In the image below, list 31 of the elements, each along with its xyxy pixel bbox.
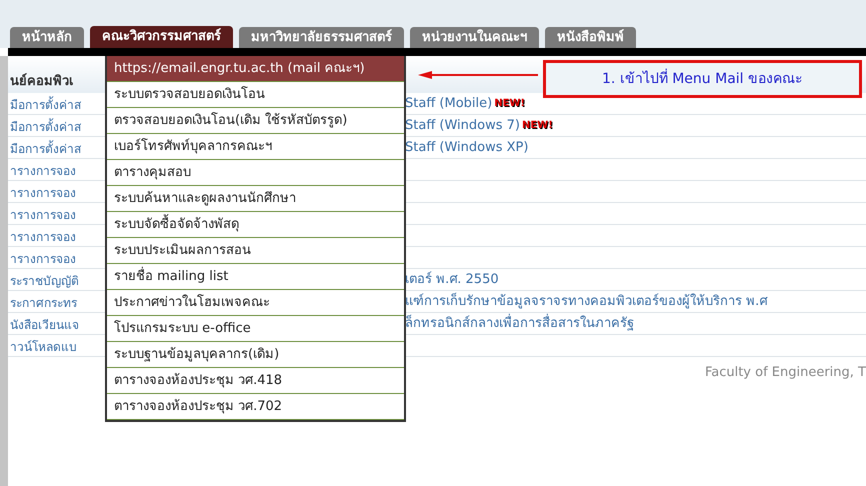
link-text[interactable]: มือการตั้งค่าส [10, 120, 81, 134]
link-text[interactable]: ารางการจอง [10, 252, 76, 266]
link-text[interactable]: มือการตั้งค่าส [10, 142, 81, 156]
link-text[interactable]: แฑ์การเก็บรักษาข้อมูลจราจรทางคอมพิวเตอร์ของผู้ให้บริการ พ.ศ [405, 292, 768, 312]
link-text[interactable]: ารางการจอง [10, 208, 76, 222]
menu-item[interactable]: https://email.engr.tu.ac.th (mail คณะฯ) [107, 56, 404, 82]
annotation-text: 1. เข้าไปที่ Menu Mail ของคณะ [602, 68, 804, 88]
nav-tab[interactable]: หน่วยงานในคณะฯ [410, 27, 539, 48]
new-label: NEW! [522, 119, 553, 133]
menu-item[interactable]: ระบบจัดซื้อจัดจ้างพัสดุ [107, 212, 404, 238]
link-text[interactable]: ารางการจอง [10, 186, 76, 200]
nav-tab[interactable]: คณะวิศวกรรมศาสตร์ [90, 26, 233, 48]
footer-text: Faculty of Engineering, T [704, 364, 866, 382]
link-text[interactable]: Staff (Mobile) [405, 94, 492, 114]
link-text[interactable]: นังสือเวียนแจ [10, 318, 79, 332]
menu-item[interactable]: รายชื่อ mailing list [107, 264, 404, 290]
nav-tab[interactable]: มหาวิทยาลัยธรรมศาสตร์ [239, 27, 404, 48]
link-text[interactable]: ารางการจอง [10, 230, 76, 244]
link-text[interactable]: ระกาศกระทร [10, 296, 77, 310]
link-text[interactable]: ระราชบัญญัติ [10, 274, 79, 288]
link-text[interactable]: Staff (Windows XP) [405, 138, 528, 158]
link-text[interactable]: Staff (Windows 7) [405, 116, 520, 136]
link-text[interactable]: มือการตั้งค่าส [10, 98, 81, 112]
link-text[interactable]: เตอร์ พ.ศ. 2550 [405, 270, 499, 290]
new-label: NEW! [494, 97, 525, 111]
nav-tab[interactable]: หน้าหลัก [10, 27, 84, 48]
link-text[interactable]: ล็กทรอนิกส์กลางเพื่อการสื่อสารในภาครัฐ [405, 314, 634, 334]
nav-tab[interactable]: หนังสือพิมพ์ [545, 27, 636, 48]
link-text[interactable]: าวน์โหลดแบ [10, 340, 77, 354]
link-text[interactable]: ารางการจอง [10, 164, 76, 178]
section-heading: นย์คอมพิวเ [10, 72, 73, 90]
